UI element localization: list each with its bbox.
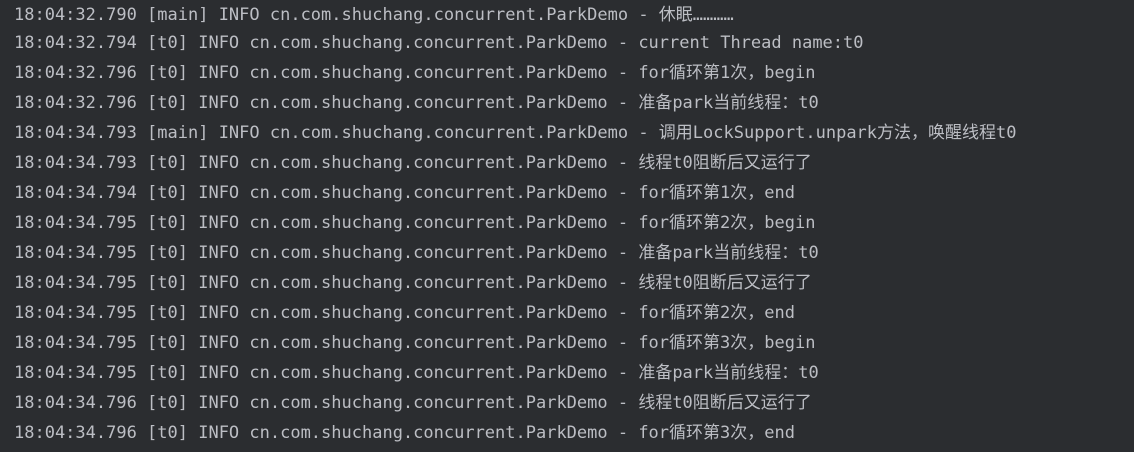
log-line: 18:04:34.795 [t0] INFO cn.com.shuchang.c…	[14, 333, 816, 353]
log-line: 18:04:34.795 [t0] INFO cn.com.shuchang.c…	[14, 363, 819, 383]
log-line: 18:04:32.796 [t0] INFO cn.com.shuchang.c…	[14, 63, 816, 83]
log-line: 18:04:32.794 [t0] INFO cn.com.shuchang.c…	[14, 33, 864, 53]
log-line: 18:04:34.794 [t0] INFO cn.com.shuchang.c…	[14, 183, 795, 203]
log-line: 18:04:34.793 [main] INFO cn.com.shuchang…	[14, 123, 1017, 143]
log-line: 18:04:32.790 [main] INFO cn.com.shuchang…	[14, 5, 734, 25]
log-line: 18:04:34.796 [t0] INFO cn.com.shuchang.c…	[14, 393, 812, 413]
log-line: 18:04:34.795 [t0] INFO cn.com.shuchang.c…	[14, 243, 819, 263]
log-line: 18:04:34.796 [t0] INFO cn.com.shuchang.c…	[14, 423, 795, 443]
console-output[interactable]: 18:04:32.790 [main] INFO cn.com.shuchang…	[0, 0, 1134, 452]
log-line: 18:04:32.796 [t0] INFO cn.com.shuchang.c…	[14, 93, 819, 113]
log-line: 18:04:34.795 [t0] INFO cn.com.shuchang.c…	[14, 303, 795, 323]
log-line: 18:04:34.793 [t0] INFO cn.com.shuchang.c…	[14, 153, 812, 173]
log-line: 18:04:34.795 [t0] INFO cn.com.shuchang.c…	[14, 273, 812, 293]
log-line: 18:04:34.795 [t0] INFO cn.com.shuchang.c…	[14, 213, 816, 233]
